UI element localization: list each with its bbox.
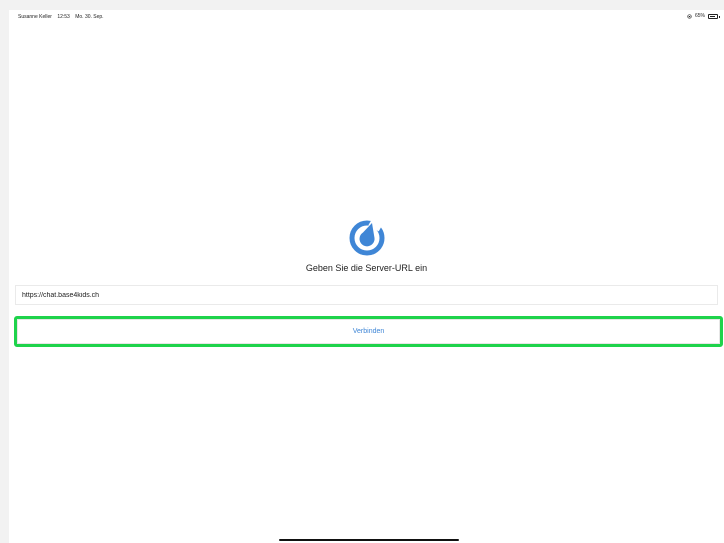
app-screen: Susanne Keller 12:53 Mo. 30. Sep. 65% Ge… bbox=[9, 10, 724, 543]
connect-button-highlight: Verbinden bbox=[14, 316, 723, 347]
home-indicator[interactable] bbox=[279, 539, 459, 541]
status-time: 12:53 bbox=[57, 14, 70, 20]
battery-percent: 65% bbox=[694, 13, 705, 19]
server-url-input[interactable] bbox=[15, 285, 718, 305]
server-url-prompt: Geben Sie die Server-URL ein bbox=[305, 263, 428, 273]
battery-icon bbox=[708, 13, 720, 19]
status-left: Susanne Keller 12:53 Mo. 30. Sep. bbox=[18, 14, 108, 20]
status-user: Susanne Keller bbox=[18, 14, 52, 20]
status-bar: Susanne Keller 12:53 Mo. 30. Sep. 65% bbox=[9, 10, 724, 24]
mattermost-logo-icon bbox=[349, 217, 385, 256]
orientation-lock-icon bbox=[687, 13, 692, 19]
status-right: 65% bbox=[687, 13, 720, 19]
status-date: Mo. 30. Sep. bbox=[75, 14, 104, 20]
connect-button[interactable]: Verbinden bbox=[17, 319, 720, 344]
